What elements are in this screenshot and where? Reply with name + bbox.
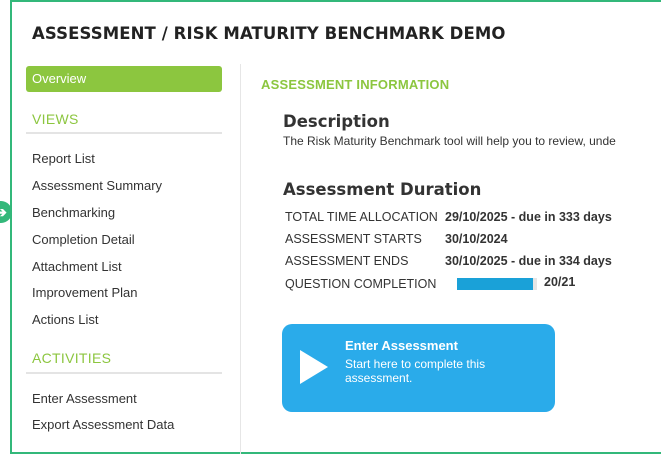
description-text: The Risk Maturity Benchmark tool will he… [283, 134, 616, 148]
enter-assessment-subtitle: Start here to complete this assessment. [345, 357, 486, 385]
question-completion-label: QUESTION COMPLETION [285, 277, 437, 291]
description-title: Description [283, 112, 390, 131]
sidebar-item-report-list[interactable]: Report List [32, 151, 95, 166]
assessment-starts-value: 30/10/2024 [445, 232, 508, 246]
sidebar-item-assessment-summary[interactable]: Assessment Summary [32, 178, 162, 193]
assessment-duration-title: Assessment Duration [283, 180, 482, 199]
assessment-ends-value: 30/10/2025 - due in 334 days [445, 254, 612, 268]
content-divider [240, 64, 241, 454]
page-title: ASSESSMENT / RISK MATURITY BENCHMARK DEM… [32, 24, 506, 43]
total-time-allocation-value: 29/10/2025 - due in 333 days [445, 210, 612, 224]
sidebar-item-overview[interactable]: Overview [26, 66, 222, 92]
assessment-starts-label: ASSESSMENT STARTS [285, 232, 422, 246]
total-time-allocation-label: TOTAL TIME ALLOCATION [285, 210, 438, 224]
sidebar-item-attachment-list[interactable]: Attachment List [32, 259, 122, 274]
question-completion-progress-bar [457, 278, 537, 290]
sidebar-item-improvement-plan[interactable]: Improvement Plan [32, 285, 138, 300]
question-completion-count: 20/21 [544, 275, 576, 289]
sidebar-item-actions-list[interactable]: Actions List [32, 312, 98, 327]
activities-heading: ACTIVITIES [32, 350, 112, 366]
play-icon [300, 350, 328, 384]
enter-assessment-title: Enter Assessment [345, 338, 458, 353]
enter-assessment-button[interactable]: Enter Assessment Start here to complete … [282, 324, 555, 412]
sidebar-item-benchmarking[interactable]: Benchmarking [32, 205, 115, 220]
views-divider [26, 132, 222, 134]
assessment-information-heading: ASSESSMENT INFORMATION [261, 77, 450, 92]
sidebar-item-enter-assessment[interactable]: Enter Assessment [32, 391, 137, 406]
sidebar-item-completion-detail[interactable]: Completion Detail [32, 232, 135, 247]
sidebar-item-export-assessment-data[interactable]: Export Assessment Data [32, 417, 174, 432]
assessment-ends-label: ASSESSMENT ENDS [285, 254, 409, 268]
question-completion-progress-fill [457, 278, 534, 290]
views-heading: VIEWS [32, 111, 79, 127]
activities-divider [26, 372, 222, 374]
